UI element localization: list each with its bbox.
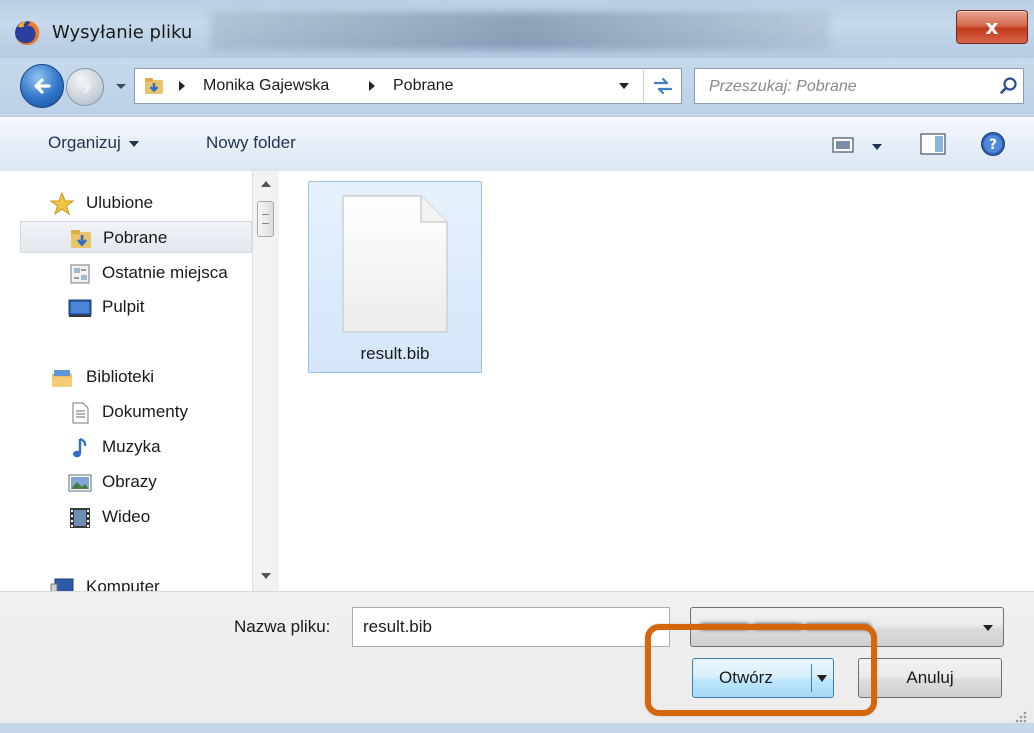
chevron-down-icon	[128, 140, 139, 147]
arrow-right-icon	[77, 80, 92, 94]
recent-pages-dropdown-icon[interactable]	[114, 80, 128, 94]
search-icon[interactable]	[999, 76, 1019, 96]
search-box[interactable]	[694, 68, 1024, 104]
sidebar-item-label: Pulpit	[102, 297, 145, 316]
close-button[interactable]: x	[956, 10, 1028, 44]
command-toolbar: Organizuj Nowy folder ?	[0, 116, 1034, 172]
star-icon	[50, 192, 74, 216]
recent-places-icon	[70, 264, 90, 284]
address-bar[interactable]: Monika Gajewska Pobrane	[134, 68, 682, 104]
preview-pane-icon[interactable]	[920, 133, 946, 155]
breadcrumb-separator-icon[interactable]	[179, 81, 185, 91]
search-input[interactable]	[707, 76, 991, 98]
firefox-icon	[15, 20, 40, 45]
organize-menu-button[interactable]: Organizuj	[48, 133, 139, 153]
sidebar-item-pictures[interactable]: Obrazy	[20, 466, 252, 498]
window-bottom-border	[0, 723, 1034, 733]
open-button-label: Otwórz	[719, 668, 773, 687]
open-options-dropdown-icon[interactable]	[817, 675, 827, 682]
view-dropdown-icon[interactable]	[872, 144, 882, 150]
forward-button[interactable]	[66, 68, 104, 106]
sidebar-item-recent-places[interactable]: Ostatnie miejsca	[20, 257, 252, 289]
sidebar-item-label: Biblioteki	[86, 367, 155, 386]
scroll-up-arrow-icon[interactable]	[261, 181, 271, 187]
navigation-pane: Ulubione Pobrane Ostatnie miejsca Pulpit…	[20, 171, 279, 591]
libraries-icon	[52, 370, 72, 387]
filename-input[interactable]	[352, 607, 670, 647]
sidebar-item-video[interactable]: Wideo	[20, 501, 252, 533]
sidebar-item-label: Ulubione	[86, 193, 154, 212]
help-icon[interactable]: ?	[980, 131, 1006, 157]
sidebar-item-label: Ostatnie miejsca	[102, 263, 228, 282]
title-bar[interactable]: Wysyłanie pliku x	[0, 0, 1034, 58]
sidebar-item-label: Muzyka	[102, 437, 161, 456]
organize-label: Organizuj	[48, 133, 121, 152]
music-icon	[73, 437, 87, 458]
sidebar-item-label: Komputer	[86, 577, 160, 591]
breadcrumb-separator-icon[interactable]	[369, 81, 375, 91]
navigation-pane-scrollbar[interactable]	[252, 171, 279, 591]
file-icon	[342, 195, 448, 333]
breadcrumb-user[interactable]: Monika Gajewska	[203, 77, 329, 95]
sidebar-item-label: Pobrane	[103, 228, 168, 247]
new-folder-button[interactable]: Nowy folder	[206, 133, 296, 153]
breadcrumb-downloads[interactable]: Pobrane	[393, 77, 454, 95]
address-dropdown-icon[interactable]	[619, 83, 629, 89]
refresh-icon	[653, 77, 673, 95]
cancel-button[interactable]: Anuluj	[858, 658, 1002, 698]
sidebar-item-label: Dokumenty	[102, 402, 188, 421]
scroll-thumb[interactable]	[257, 201, 274, 237]
open-button[interactable]: Otwórz	[692, 658, 834, 698]
video-icon	[70, 508, 90, 528]
window-title: Wysyłanie pliku	[52, 22, 193, 43]
file-dialog-window: Wysyłanie pliku x Monika Gajewska Pobran…	[0, 0, 1034, 733]
sidebar-item-label: Wideo	[102, 507, 151, 526]
scroll-down-arrow-icon[interactable]	[261, 573, 271, 579]
refresh-button[interactable]	[643, 70, 682, 102]
sidebar-item-documents[interactable]: Dokumenty	[20, 396, 252, 428]
sidebar-item-downloads[interactable]: Pobrane	[20, 221, 252, 253]
arrow-left-icon	[34, 78, 51, 94]
computer-icon	[50, 578, 74, 591]
pictures-icon	[68, 474, 92, 492]
sidebar-item-label: Obrazy	[102, 472, 157, 491]
sidebar-item-desktop[interactable]: Pulpit	[20, 291, 252, 323]
sidebar-item-favorites[interactable]: Ulubione	[20, 187, 252, 219]
downloads-folder-icon	[145, 78, 163, 94]
background-blur	[210, 12, 830, 50]
file-type-select[interactable]: ▬▬▬ ▬▬▬ ▬▬▬▬	[690, 607, 1004, 647]
split-divider	[811, 664, 812, 692]
sidebar-item-libraries[interactable]: Biblioteki	[20, 361, 252, 393]
back-button[interactable]	[20, 64, 64, 108]
file-type-value-blurred: ▬▬▬ ▬▬▬ ▬▬▬▬	[701, 616, 870, 633]
view-options-icon[interactable]	[832, 136, 854, 154]
chevron-down-icon[interactable]	[983, 625, 993, 631]
downloads-folder-icon	[71, 230, 91, 248]
file-item-selected[interactable]: result.bib	[308, 181, 482, 373]
documents-icon	[72, 402, 89, 424]
sidebar-item-computer[interactable]: Komputer	[20, 571, 252, 591]
resize-grip-icon[interactable]	[1012, 708, 1028, 724]
close-icon: x	[985, 15, 999, 39]
file-name-label: result.bib	[360, 344, 430, 363]
filename-label: Nazwa pliku:	[234, 617, 331, 636]
sidebar-item-music[interactable]: Muzyka	[20, 431, 252, 463]
desktop-icon	[68, 299, 92, 317]
svg-text:?: ?	[989, 137, 997, 153]
